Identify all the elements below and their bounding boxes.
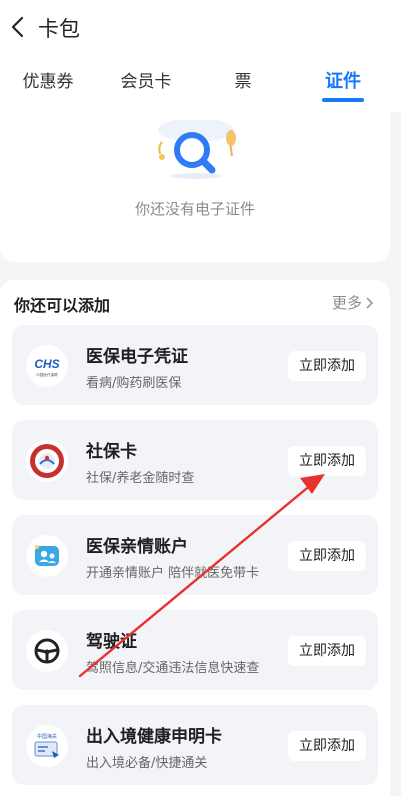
- add-social-security-button[interactable]: 立即添加: [288, 446, 366, 476]
- item-name: 医保电子凭证: [86, 347, 188, 367]
- customs-logo: 中国海关: [26, 725, 68, 767]
- add-health-declaration-button[interactable]: 立即添加: [288, 731, 366, 761]
- list-item-medical-insurance: CHS 中国医疗保障 医保电子凭证 看病/购药刷医保 立即添加: [12, 325, 378, 405]
- svg-text:中国医疗保障: 中国医疗保障: [36, 372, 58, 377]
- more-link[interactable]: 更多: [332, 292, 374, 313]
- more-label: 更多: [331, 294, 362, 312]
- item-name: 医保亲情账户: [86, 537, 188, 557]
- tab-tickets[interactable]: 票: [230, 68, 256, 98]
- empty-state-message: 你还没有电子证件: [134, 200, 255, 218]
- item-desc: 驾照信息/交通违法信息快速查: [86, 661, 260, 676]
- svg-text:中国海关: 中国海关: [37, 733, 57, 740]
- list-item-social-security: 社保卡 社保/养老金随时查 立即添加: [12, 420, 378, 500]
- svg-text:CHS: CHS: [34, 357, 59, 371]
- item-desc: 社保/养老金随时查: [86, 471, 195, 486]
- top-bar: 卡包 优惠券 会员卡 票 证件: [0, 0, 401, 112]
- add-medical-insurance-button[interactable]: 立即添加: [288, 351, 366, 381]
- customs-card-icon: 中国海关: [34, 733, 59, 758]
- search-illustration-icon: [158, 120, 236, 179]
- item-desc: 看病/购药刷医保: [86, 376, 182, 391]
- tab-bar: 优惠券 会员卡 票 证件: [0, 68, 401, 102]
- tab-membership[interactable]: 会员卡: [118, 68, 174, 98]
- add-section: 你还可以添加 更多 CHS 中国医疗保障 医保电子凭证 看病/购药刷医保 立即添…: [0, 280, 390, 796]
- chevron-right-icon: [366, 296, 374, 309]
- item-name: 驾驶证: [86, 632, 137, 652]
- item-name: 出入境健康申明卡: [86, 727, 222, 747]
- list-item-driving-license: 驾驶证 驾照信息/交通违法信息快速查 立即添加: [12, 610, 378, 690]
- social-security-emblem-icon: [30, 444, 64, 478]
- chs-logo-icon: CHS 中国医疗保障: [34, 357, 59, 377]
- section-title: 你还可以添加: [14, 296, 111, 315]
- social-security-logo: [26, 440, 68, 482]
- item-desc: 出入境必备/快捷通关: [86, 756, 208, 771]
- steering-wheel-icon: [34, 638, 60, 664]
- driving-license-logo: [26, 630, 68, 672]
- empty-state-card: 你还没有电子证件: [0, 112, 390, 262]
- add-driving-license-button[interactable]: 立即添加: [288, 636, 366, 666]
- tab-coupons[interactable]: 优惠券: [20, 68, 76, 98]
- family-account-logo: [26, 535, 68, 577]
- item-name: 社保卡: [86, 442, 137, 462]
- list-item-family-account: 医保亲情账户 开通亲情账户 陪伴就医免带卡 立即添加: [12, 515, 378, 595]
- chevron-left-icon: [11, 16, 24, 38]
- list-item-health-declaration: 中国海关 出入境健康申明卡 出入境必备/快捷通关 立即添加: [12, 705, 378, 785]
- add-family-account-button[interactable]: 立即添加: [288, 541, 366, 571]
- chs-logo: CHS 中国医疗保障: [26, 345, 68, 387]
- item-desc: 开通亲情账户 陪伴就医免带卡: [86, 566, 260, 581]
- page-title: 卡包: [38, 17, 80, 41]
- active-tab-indicator: [322, 98, 364, 102]
- tab-certificates[interactable]: 证件: [320, 68, 366, 98]
- back-button[interactable]: [6, 14, 28, 40]
- family-account-icon: [35, 545, 59, 566]
